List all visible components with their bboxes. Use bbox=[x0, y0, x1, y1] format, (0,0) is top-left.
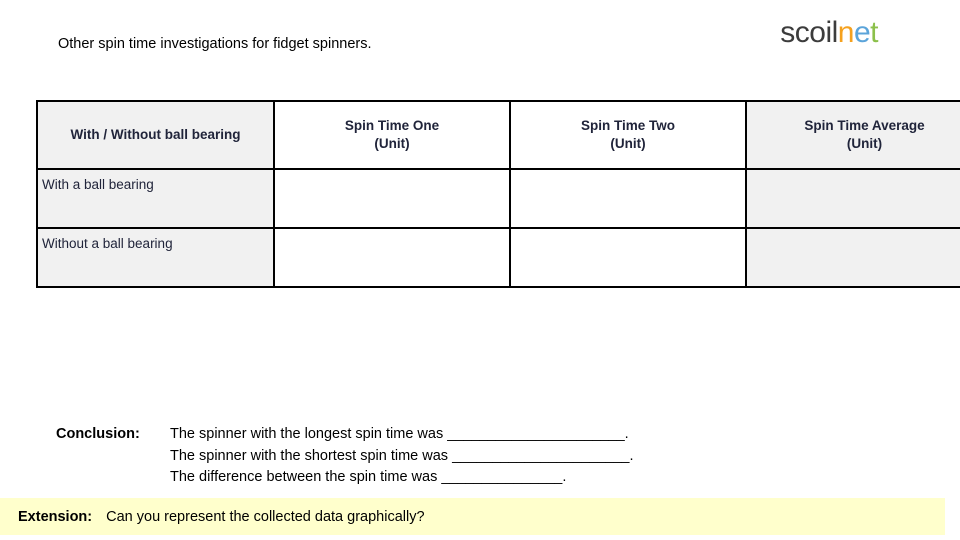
row-label-without-ball-bearing: Without a ball bearing bbox=[36, 227, 275, 288]
page-title: Other spin time investigations for fidge… bbox=[58, 36, 372, 52]
conclusion-text-1: The spinner with the longest spin time w… bbox=[170, 426, 629, 442]
logo-part-n: n bbox=[837, 16, 855, 49]
logo-part-e: e bbox=[853, 16, 871, 49]
logo-part-scoil: scoil bbox=[780, 16, 838, 49]
table-header-row: With / Without ball bearing Spin Time On… bbox=[36, 100, 960, 170]
spin-time-table: With / Without ball bearing Spin Time On… bbox=[36, 100, 960, 288]
cell-with-ball-bearing-spin-time-one[interactable] bbox=[273, 168, 511, 229]
scoilnet-logo: scoilnet bbox=[780, 18, 878, 48]
cell-without-ball-bearing-spin-time-average[interactable] bbox=[745, 227, 960, 288]
cell-with-ball-bearing-spin-time-two[interactable] bbox=[509, 168, 747, 229]
conclusion-line-2: The spinner with the shortest spin time … bbox=[56, 446, 634, 468]
row-label-with-ball-bearing: With a ball bearing bbox=[36, 168, 275, 229]
header-spin-time-two: Spin Time Two (Unit) bbox=[509, 100, 747, 170]
cell-without-ball-bearing-spin-time-two[interactable] bbox=[509, 227, 747, 288]
cell-with-ball-bearing-spin-time-average[interactable] bbox=[745, 168, 960, 229]
cell-without-ball-bearing-spin-time-one[interactable] bbox=[273, 227, 511, 288]
conclusion-text-2: The spinner with the shortest spin time … bbox=[170, 447, 634, 464]
header-spin-time-average: Spin Time Average (Unit) bbox=[745, 100, 960, 170]
conclusion-line-3: The difference between the spin time was… bbox=[56, 467, 634, 489]
conclusion-section: Conclusion: The spinner with the longest… bbox=[56, 424, 634, 489]
conclusion-line-1: Conclusion: The spinner with the longest… bbox=[56, 424, 634, 446]
header-with-without-ball-bearing: With / Without ball bearing bbox=[36, 100, 275, 170]
logo-part-t: t bbox=[870, 16, 878, 49]
extension-text: Can you represent the collected data gra… bbox=[106, 508, 425, 525]
conclusion-label: Conclusion: bbox=[56, 426, 140, 442]
extension-label: Extension: bbox=[18, 508, 93, 525]
table-row: Without a ball bearing bbox=[36, 227, 960, 288]
table-row: With a ball bearing bbox=[36, 168, 960, 229]
extension-band: Extension: Can you represent the collect… bbox=[0, 498, 945, 535]
conclusion-text-3: The difference between the spin time was… bbox=[170, 469, 567, 485]
header-spin-time-one: Spin Time One (Unit) bbox=[273, 100, 511, 170]
